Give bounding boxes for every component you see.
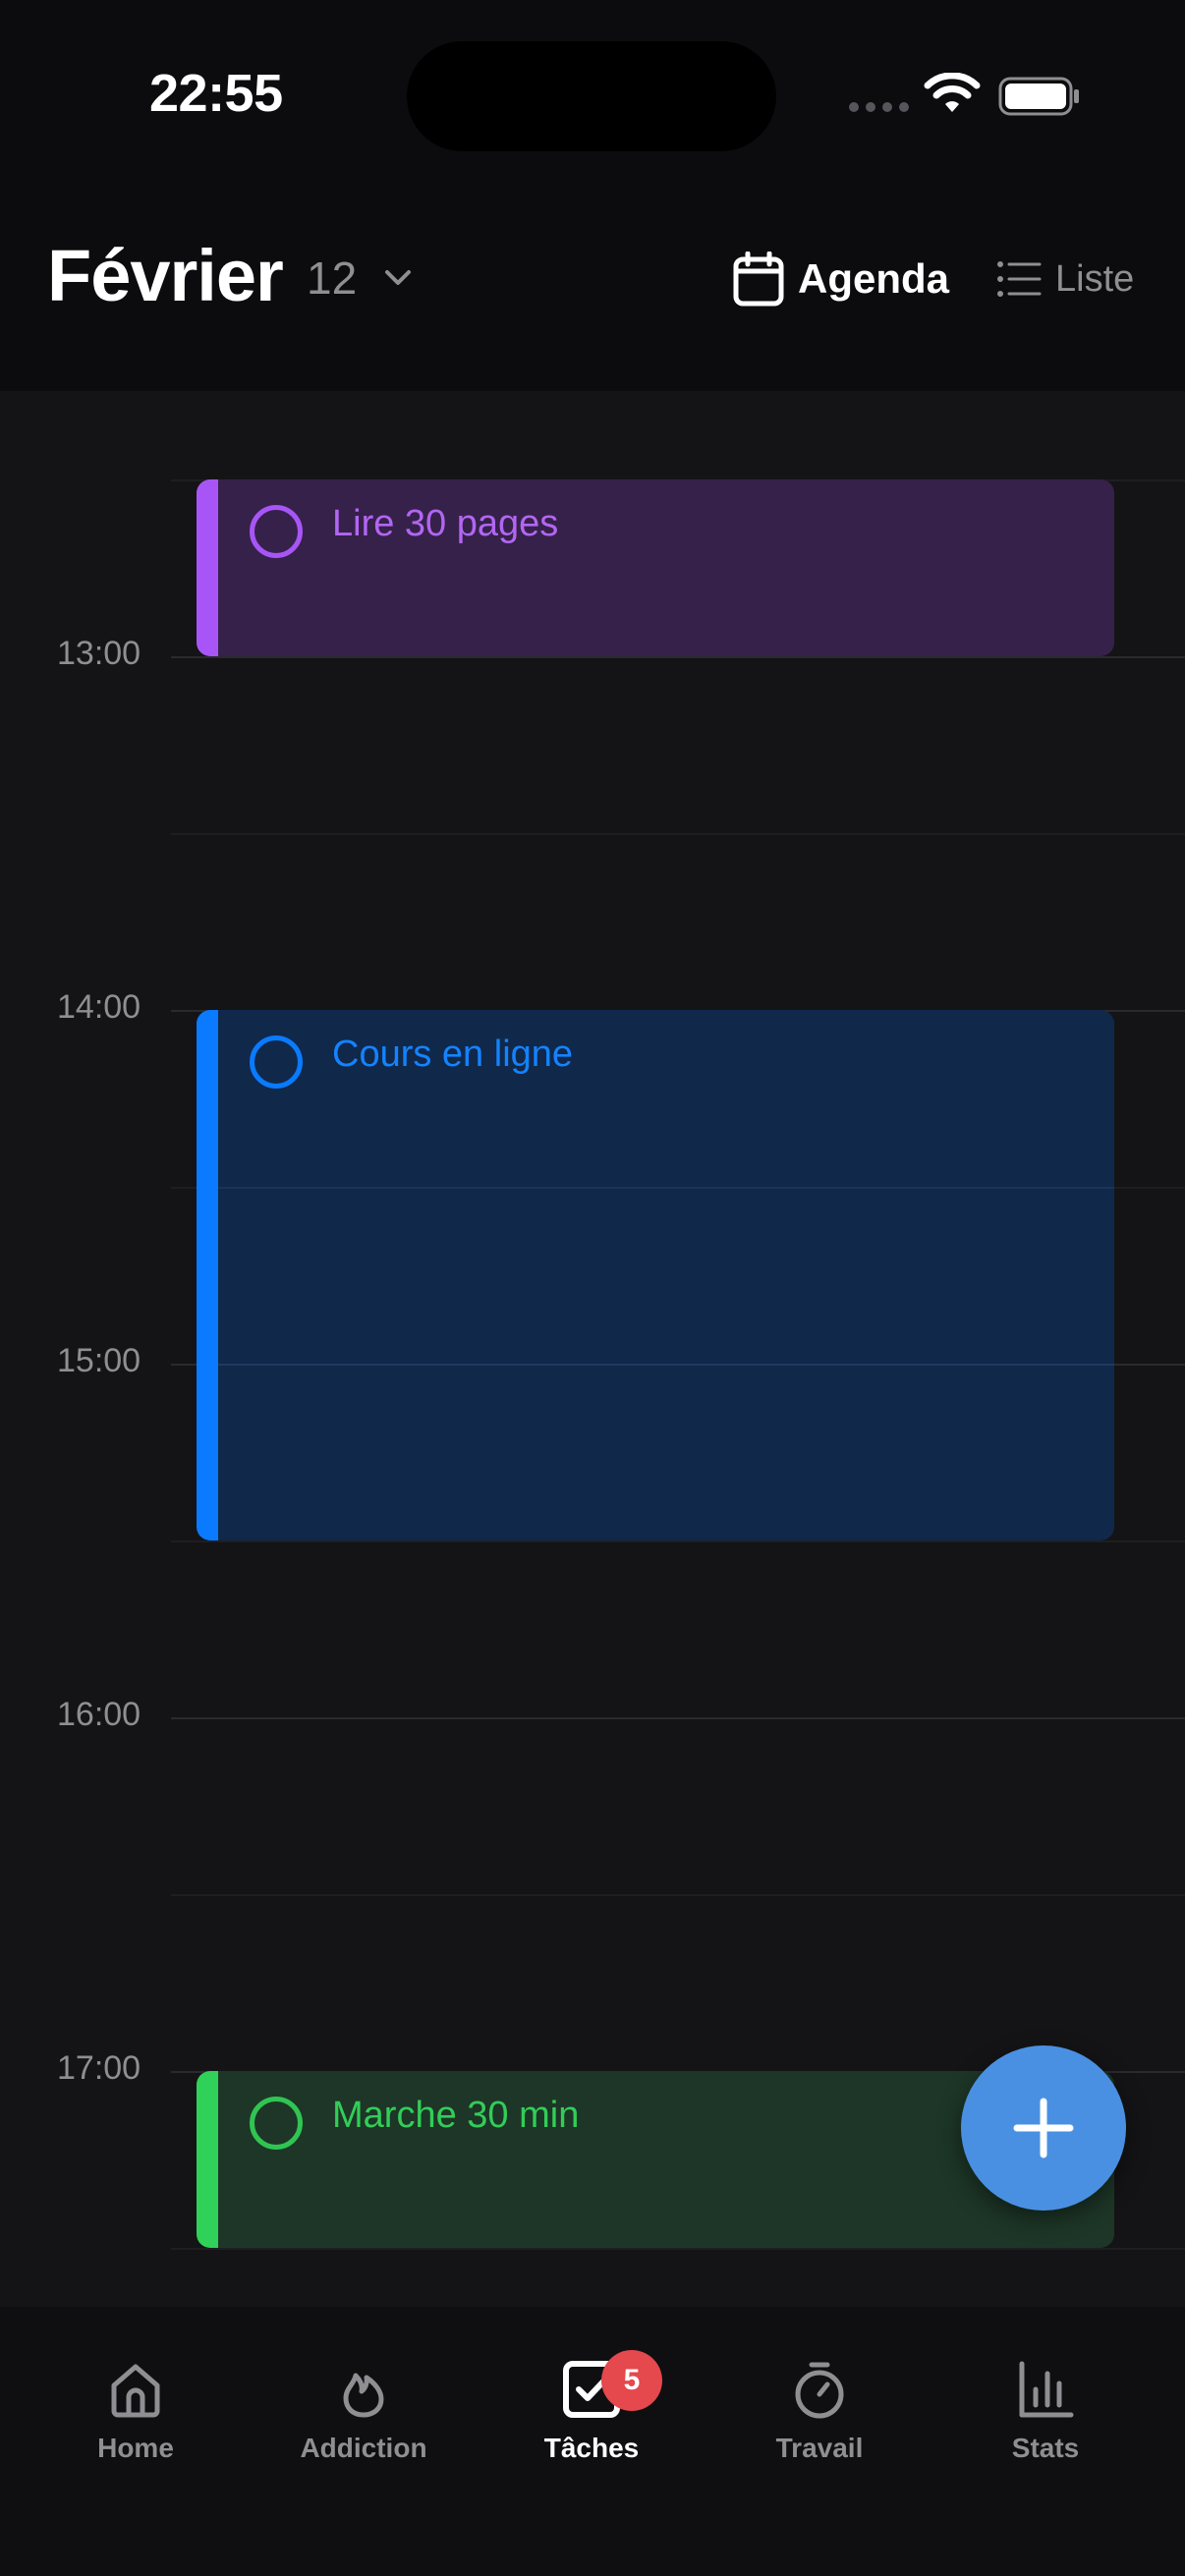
agenda-timeline[interactable]: 13:00 14:00 15:00 16:00 17:00 Lire 30 pa… (0, 391, 1185, 2307)
circle-checkbox-icon[interactable] (250, 505, 303, 558)
view-agenda-label: Agenda (798, 255, 950, 302)
grid-line (171, 833, 1185, 835)
tab-home[interactable]: Home (37, 2358, 234, 2505)
home-icon (111, 2364, 160, 2418)
circle-checkbox-icon[interactable] (250, 2097, 303, 2150)
day-number[interactable]: 12 (307, 252, 357, 305)
hour-label: 16:00 (57, 1696, 141, 1733)
top-bar: 22:55 Février 12 Agenda Liste (0, 0, 1185, 391)
bar-chart-icon (1019, 2361, 1074, 2418)
app-root: 22:55 Février 12 Agenda Liste 13:00 14:0… (0, 0, 1185, 2576)
grid-line (218, 1187, 1114, 1189)
tab-travail[interactable]: Travail (721, 2358, 918, 2505)
view-agenda-button[interactable]: Agenda (733, 248, 949, 310)
month-title[interactable]: Février (47, 234, 284, 317)
list-icon (997, 261, 1042, 297)
grid-line (171, 2248, 1185, 2250)
grid-line (171, 656, 1185, 658)
chevron-down-icon[interactable] (381, 263, 415, 293)
grid-line (218, 1364, 1114, 1366)
tab-addiction[interactable]: Addiction (265, 2358, 462, 2505)
calendar-icon (733, 252, 784, 307)
tab-label: Home (97, 2433, 174, 2463)
flame-icon (343, 2373, 384, 2418)
grid-line (171, 1894, 1185, 1896)
tab-label: Stats (1011, 2433, 1080, 2463)
hour-label: 15:00 (57, 1342, 141, 1379)
event-color-bar (197, 2071, 218, 2248)
status-time: 22:55 (149, 64, 283, 123)
event-title: Marche 30 min (332, 2095, 580, 2136)
battery-icon (998, 77, 1079, 116)
event-title: Lire 30 pages (332, 503, 559, 544)
add-task-button[interactable] (961, 2045, 1126, 2211)
view-list-button[interactable]: Liste (996, 252, 1134, 307)
tab-stats[interactable]: Stats (947, 2358, 1144, 2505)
tab-label: Tâches (543, 2433, 640, 2463)
dynamic-island (407, 41, 776, 151)
hour-label: 14:00 (57, 988, 141, 1026)
view-list-label: Liste (1055, 257, 1135, 300)
wifi-icon (924, 73, 981, 112)
grid-line (171, 1540, 1185, 1542)
event-title: Cours en ligne (332, 1034, 574, 1075)
event-color-bar (197, 1010, 218, 1540)
circle-checkbox-icon[interactable] (250, 1036, 303, 1089)
home-indicator (396, 2543, 789, 2554)
cellular-signal-icon (849, 102, 909, 112)
hour-label: 13:00 (57, 635, 141, 672)
tab-label: Travail (775, 2433, 864, 2463)
tab-label: Addiction (300, 2433, 427, 2463)
event-color-bar (197, 479, 218, 656)
hour-label: 17:00 (57, 2049, 141, 2087)
tasks-badge: 5 (601, 2350, 662, 2411)
event-card[interactable]: Cours en ligne (197, 1010, 1114, 1540)
tab-bar: Home Addiction Tâches Travail Stats (0, 2307, 1185, 2576)
grid-line (171, 1717, 1185, 1719)
plus-icon (1013, 2098, 1074, 2158)
event-card[interactable]: Lire 30 pages (197, 479, 1114, 656)
stopwatch-icon (795, 2362, 844, 2419)
